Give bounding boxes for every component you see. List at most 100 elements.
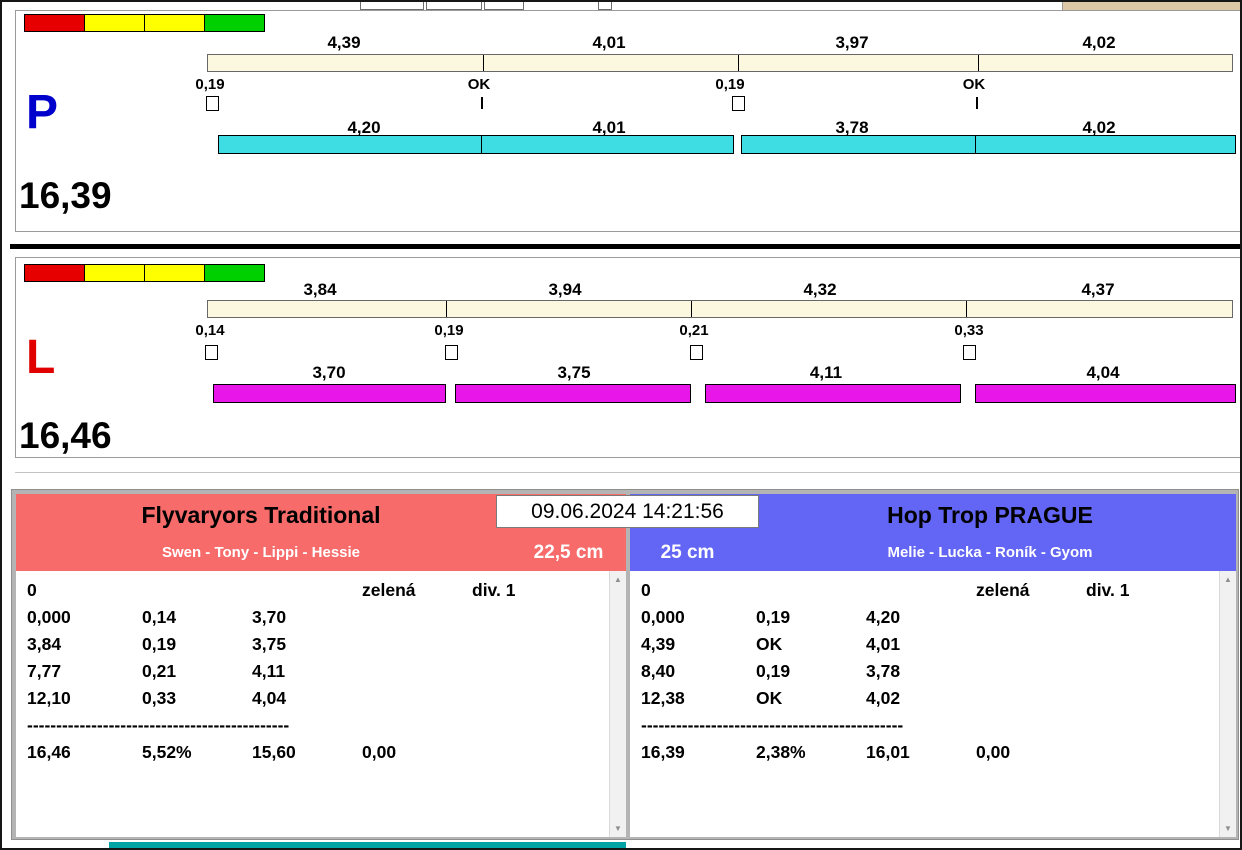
track-divider xyxy=(978,55,979,71)
result-cell: 0,19 xyxy=(756,661,791,681)
result-cell: 0,000 xyxy=(641,607,685,627)
split-time-label: 3,84 xyxy=(303,280,337,299)
split-time-label: 4,04 xyxy=(1086,363,1120,382)
result-cell: 0 xyxy=(641,580,651,600)
split-time-label: 4,32 xyxy=(803,280,837,299)
result-cell: 5,52% xyxy=(142,742,192,762)
mark-label: OK xyxy=(962,76,986,93)
lane-total-time: 16,46 xyxy=(19,415,112,456)
result-cell: 15,60 xyxy=(252,742,296,762)
lane-progress-segment xyxy=(975,384,1236,403)
scrollbar[interactable]: ▲ ▼ xyxy=(609,571,626,837)
split-time-label: 3,70 xyxy=(312,363,346,382)
status-light-yellow-2 xyxy=(144,264,205,282)
scrollbar[interactable]: ▲ ▼ xyxy=(1219,571,1236,837)
results-panel: Flyvaryors Traditional Swen - Tony - Lip… xyxy=(11,489,1239,840)
result-cell: 3,70 xyxy=(252,607,287,627)
lane-total-time: 16,39 xyxy=(19,175,112,216)
result-row: 12,10 0,33 4,04 xyxy=(16,688,608,715)
results-memo-right[interactable]: 0 zelená div. 1 0,000 0,19 4,20 4,39 OK 4,01 8,40… xyxy=(630,571,1236,837)
lane-progress-segment xyxy=(741,135,976,154)
result-cell: 16,01 xyxy=(866,742,910,762)
result-cell: 3,84 xyxy=(27,634,62,654)
result-cell: 0,19 xyxy=(756,607,791,627)
status-light-red xyxy=(24,14,85,32)
status-light-yellow-1 xyxy=(84,264,145,282)
team-members: Melie - Lucka - Roník - Gyom xyxy=(887,544,1093,561)
result-row: ----------------------------------------… xyxy=(630,715,1218,742)
results-table: 0 zelená div. 1 0,000 0,19 4,20 4,39 OK 4,01 8,40… xyxy=(630,580,1218,837)
result-cell: zelená xyxy=(976,580,1030,600)
status-light-red xyxy=(24,264,85,282)
lane-progress-segment xyxy=(213,384,446,403)
marker-box xyxy=(205,345,218,360)
scroll-up-icon[interactable]: ▲ xyxy=(610,571,626,588)
result-cell: 0,00 xyxy=(362,742,397,762)
app-window: 4,39 4,01 3,97 4,02 0,19 OK 0,19 OK 4,20… xyxy=(0,0,1242,850)
team-line-size: 22,5 cm xyxy=(533,542,604,563)
result-cell: 4,02 xyxy=(866,688,901,708)
marker-box xyxy=(732,96,745,111)
scroll-down-icon[interactable]: ▼ xyxy=(610,820,626,837)
lane-progress-segment xyxy=(455,384,691,403)
mark-label: 0,33 xyxy=(954,322,984,339)
lane-panel-p: 4,39 4,01 3,97 4,02 0,19 OK 0,19 OK 4,20… xyxy=(15,10,1240,232)
track-divider xyxy=(738,55,739,71)
results-memo-left[interactable]: 0 zelená div. 1 0,000 0,14 3,70 3,84 0,19 3,75 7,… xyxy=(16,571,626,837)
result-row: 0 zelená div. 1 xyxy=(16,580,608,607)
background-window-fragment xyxy=(360,2,424,10)
result-cell: 4,11 xyxy=(252,661,286,681)
track-divider xyxy=(446,301,447,317)
mark-label: 0,19 xyxy=(434,322,464,339)
ok-tick xyxy=(976,97,978,109)
lane-progress-segment xyxy=(975,135,1236,154)
marker-box xyxy=(206,96,219,111)
status-light-green xyxy=(204,264,265,282)
split-time-label: 4,39 xyxy=(327,33,361,52)
result-cell: 2,38% xyxy=(756,742,806,762)
lane-progress-segment xyxy=(705,384,961,403)
result-row: 16,39 2,38% 16,01 0,00 xyxy=(630,742,1218,769)
time-track xyxy=(207,54,1233,72)
lane-label: P xyxy=(26,86,59,139)
lane-label: L xyxy=(26,331,56,384)
mark-label: 0,14 xyxy=(195,322,225,339)
result-cell: OK xyxy=(756,634,783,654)
background-taskbar-strip xyxy=(109,842,626,848)
result-cell: 4,39 xyxy=(641,634,676,654)
lane-panel-l: 3,84 3,94 4,32 4,37 0,14 0,19 0,21 0,33 … xyxy=(15,257,1240,458)
track-divider xyxy=(691,301,692,317)
lane-progress-segment xyxy=(218,135,482,154)
mark-label: 0,19 xyxy=(715,76,745,93)
mark-label: 0,21 xyxy=(679,322,709,339)
scroll-down-icon[interactable]: ▼ xyxy=(1220,820,1236,837)
background-window-fragment xyxy=(426,2,482,10)
result-cell: 4,01 xyxy=(866,634,901,654)
result-cell: 3,78 xyxy=(866,661,901,681)
result-row: ----------------------------------------… xyxy=(16,715,608,742)
result-row: 7,77 0,21 4,11 xyxy=(16,661,608,688)
ok-tick xyxy=(481,97,483,109)
result-row: 0 zelená div. 1 xyxy=(630,580,1218,607)
split-time-label: 3,97 xyxy=(835,33,869,52)
result-row: 0,000 0,14 3,70 xyxy=(16,607,608,634)
track-divider xyxy=(483,55,484,71)
result-cell: 0,33 xyxy=(142,688,177,708)
result-cell: 16,39 xyxy=(641,742,685,762)
result-cell: OK xyxy=(756,688,783,708)
result-cell: 0,000 xyxy=(27,607,71,627)
results-table: 0 zelená div. 1 0,000 0,14 3,70 3,84 0,19 3,75 7,… xyxy=(16,580,608,837)
result-cell: 16,46 xyxy=(27,742,71,762)
team-name: Flyvaryors Traditional xyxy=(141,502,381,528)
team-line-size: 25 cm xyxy=(660,542,715,563)
background-window-fragment xyxy=(598,2,612,10)
scroll-up-icon[interactable]: ▲ xyxy=(1220,571,1236,588)
result-cell: 0,21 xyxy=(142,661,177,681)
status-light-green xyxy=(204,14,265,32)
background-window-fragment xyxy=(484,2,524,10)
split-time-label: 3,94 xyxy=(548,280,582,299)
marker-box xyxy=(445,345,458,360)
result-cell: 0,00 xyxy=(976,742,1011,762)
result-cell: ----------------------------------------… xyxy=(27,715,290,735)
lane-divider xyxy=(10,244,1240,249)
